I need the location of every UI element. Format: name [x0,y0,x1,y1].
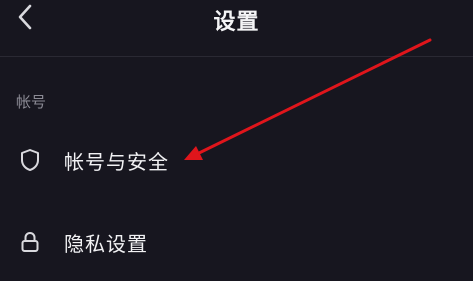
privacy-settings-item[interactable]: 隐私设置 [0,216,473,268]
shield-icon [18,148,42,172]
page-title: 设置 [213,10,260,35]
header-divider [0,56,473,57]
section-label-account: 帐号 [16,93,47,111]
privacy-settings-label: 隐私设置 [64,231,148,256]
lock-icon [18,230,42,254]
account-security-item[interactable]: 帐号与安全 [0,134,473,186]
top-bar: 设置 [0,0,473,56]
account-security-label: 帐号与安全 [64,149,169,174]
